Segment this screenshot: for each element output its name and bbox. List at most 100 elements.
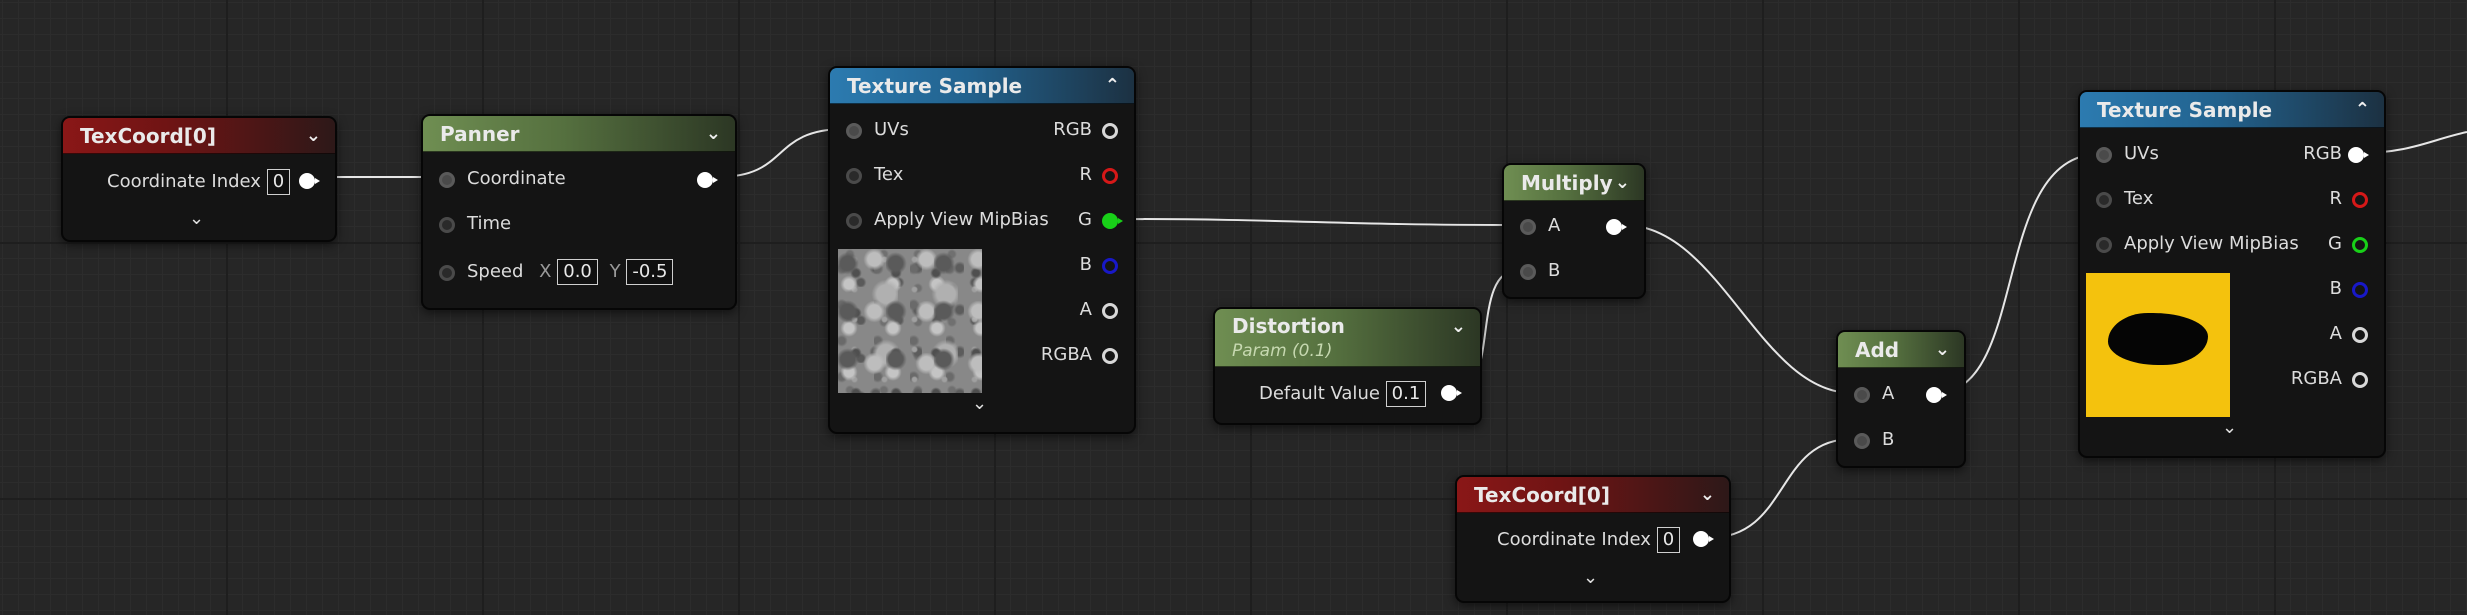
b-label: B — [1079, 254, 1092, 275]
a-label: A — [2329, 323, 2342, 344]
rgba-output-pin[interactable] — [1102, 348, 1118, 364]
mipbias-input-pin[interactable] — [2096, 237, 2112, 253]
tex-label: Tex — [2124, 188, 2154, 209]
r-label: R — [1079, 164, 1092, 185]
uvs-input-pin[interactable] — [846, 123, 862, 139]
r-output-pin[interactable] — [1102, 168, 1118, 184]
coordinate-index-row: Coordinate Index 0 — [1497, 525, 1681, 555]
speed-x-field[interactable]: 0.0 — [557, 259, 598, 285]
texcoord-node[interactable]: TexCoord[0] ⌄ Coordinate Index 0 ⌄ — [1455, 475, 1731, 603]
time-label: Time — [467, 213, 512, 234]
output-pin[interactable] — [1693, 531, 1714, 547]
a-label: A — [1548, 215, 1561, 236]
output-pin[interactable] — [299, 173, 320, 189]
coordinate-index-field[interactable]: 0 — [1656, 527, 1681, 553]
speed-label: Speed — [467, 261, 524, 282]
uvs-label: UVs — [874, 119, 909, 140]
coordinate-input-pin[interactable] — [439, 172, 455, 188]
tex-input-pin[interactable] — [2096, 192, 2112, 208]
panner-node[interactable]: Panner ⌄ Coordinate Time Speed X 0.0 Y -… — [421, 114, 737, 310]
r-label: R — [2329, 188, 2342, 209]
coordinate-index-label: Coordinate Index — [107, 171, 261, 192]
node-header[interactable]: Texture Sample ⌃ — [830, 68, 1134, 104]
node-header[interactable]: Panner ⌄ — [423, 116, 735, 152]
output-pin[interactable] — [1926, 387, 1947, 403]
wire-panner-to-texsample — [717, 128, 846, 178]
chevron-down-icon[interactable]: ⌄ — [706, 116, 721, 152]
b-label: B — [1548, 260, 1561, 281]
time-input-pin[interactable] — [439, 217, 455, 233]
a-label: A — [1882, 383, 1895, 404]
chevron-down-icon[interactable]: ⌄ — [2222, 417, 2237, 438]
chevron-down-icon[interactable]: ⌄ — [306, 118, 321, 154]
default-value-row: Default Value 0.1 — [1259, 379, 1427, 409]
chevron-down-icon[interactable]: ⌄ — [1583, 567, 1598, 588]
g-output-pin[interactable] — [1102, 213, 1123, 229]
node-title: TexCoord[0] — [1474, 483, 1610, 507]
node-title: Add — [1855, 338, 1900, 362]
coordinate-index-row: Coordinate Index 0 — [107, 167, 291, 197]
a-input-pin[interactable] — [1854, 387, 1870, 403]
tex-label: Tex — [874, 164, 904, 185]
a-output-pin[interactable] — [1102, 303, 1118, 319]
node-header[interactable]: TexCoord[0] ⌄ — [63, 118, 335, 154]
node-header[interactable]: Texture Sample ⌃ — [2080, 92, 2384, 128]
chevron-down-icon[interactable]: ⌄ — [1451, 316, 1466, 337]
node-header[interactable]: Distortion Param (0.1) ⌄ — [1215, 309, 1480, 367]
wire-texsample-g-to-multiply — [1111, 218, 1519, 226]
node-header[interactable]: Add ⌄ — [1838, 332, 1964, 368]
node-subtitle: Param (0.1) — [1232, 341, 1333, 361]
output-pin[interactable] — [1441, 385, 1462, 401]
node-title: Texture Sample — [847, 74, 1023, 98]
a-input-pin[interactable] — [1520, 219, 1536, 235]
chevron-down-icon[interactable]: ⌄ — [972, 393, 987, 414]
tex-input-pin[interactable] — [846, 168, 862, 184]
distortion-param-node[interactable]: Distortion Param (0.1) ⌄ Default Value 0… — [1213, 307, 1482, 425]
output-pin[interactable] — [1606, 219, 1627, 235]
b-input-pin[interactable] — [1854, 433, 1870, 449]
node-header[interactable]: Multiply ⌄ — [1504, 165, 1644, 201]
speed-y-field[interactable]: -0.5 — [626, 259, 674, 285]
rgb-label: RGB — [2303, 143, 2342, 164]
a-output-pin[interactable] — [2352, 327, 2368, 343]
rgba-output-pin[interactable] — [2352, 372, 2368, 388]
chevron-down-icon[interactable]: ⌄ — [1700, 477, 1715, 513]
rgb-output-pin[interactable] — [2348, 147, 2369, 163]
b-label: B — [1882, 429, 1895, 450]
chevron-up-icon[interactable]: ⌃ — [1105, 68, 1120, 104]
b-output-pin[interactable] — [1102, 258, 1118, 274]
node-title: Panner — [440, 122, 520, 146]
r-output-pin[interactable] — [2352, 192, 2368, 208]
speed-row: Speed X 0.0 Y -0.5 — [467, 257, 674, 287]
rgb-label: RGB — [1053, 119, 1092, 140]
uvs-label: UVs — [2124, 143, 2159, 164]
rgba-label: RGBA — [1040, 344, 1092, 365]
add-node[interactable]: Add ⌄ A B — [1836, 330, 1966, 468]
rgb-output-pin[interactable] — [1102, 123, 1118, 139]
chevron-down-icon[interactable]: ⌄ — [1615, 165, 1630, 201]
a-label: A — [1079, 299, 1092, 320]
b-output-pin[interactable] — [2352, 282, 2368, 298]
speed-input-pin[interactable] — [439, 265, 455, 281]
texcoord-node[interactable]: TexCoord[0] ⌄ Coordinate Index 0 ⌄ — [61, 116, 337, 242]
chevron-up-icon[interactable]: ⌃ — [2355, 92, 2370, 128]
mipbias-input-pin[interactable] — [846, 213, 862, 229]
coordinate-index-field[interactable]: 0 — [266, 169, 291, 195]
rgba-label: RGBA — [2290, 368, 2342, 389]
b-input-pin[interactable] — [1520, 264, 1536, 280]
default-value-field[interactable]: 0.1 — [1385, 381, 1427, 407]
node-title: Texture Sample — [2097, 98, 2273, 122]
texture-sample-node[interactable]: Texture Sample ⌃ UVs Tex Apply View MipB… — [2078, 90, 2386, 458]
multiply-node[interactable]: Multiply ⌄ A B — [1502, 163, 1646, 299]
node-header[interactable]: TexCoord[0] ⌄ — [1457, 477, 1729, 513]
uvs-input-pin[interactable] — [2096, 147, 2112, 163]
output-pin[interactable] — [697, 172, 718, 188]
node-title: Multiply — [1521, 171, 1613, 195]
coordinate-index-label: Coordinate Index — [1497, 529, 1651, 550]
chevron-down-icon[interactable]: ⌄ — [189, 208, 204, 229]
wire-multiply-to-add — [1623, 224, 1853, 394]
texture-sample-node[interactable]: Texture Sample ⌃ UVs Tex Apply View MipB… — [828, 66, 1136, 434]
chevron-down-icon[interactable]: ⌄ — [1935, 332, 1950, 368]
node-title: TexCoord[0] — [80, 124, 216, 148]
g-output-pin[interactable] — [2352, 237, 2368, 253]
